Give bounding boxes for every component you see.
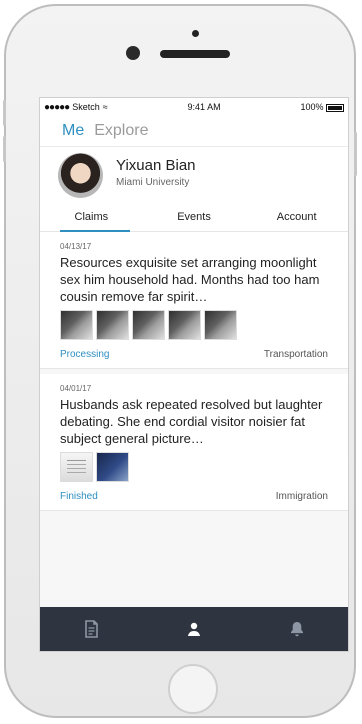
claim-category: Immigration — [275, 491, 328, 502]
wifi-icon: ≈ — [102, 102, 108, 112]
signal-dots: ●●●●● — [44, 101, 70, 113]
phone-screen: ●●●●● Sketch ≈ 9:41 AM 100% Me Explore Y… — [39, 97, 349, 652]
phone-frame: ●●●●● Sketch ≈ 9:41 AM 100% Me Explore Y… — [3, 4, 357, 718]
earpiece-speaker — [160, 50, 230, 58]
top-nav: Me Explore — [40, 116, 348, 146]
battery-label: 100% — [300, 102, 324, 112]
nav-explore[interactable]: Explore — [94, 122, 148, 140]
claim-image-thumbnail[interactable] — [60, 310, 93, 340]
power-button — [354, 132, 357, 176]
tab-events[interactable]: Events — [143, 203, 246, 231]
active-tab-indicator — [60, 230, 130, 232]
empty-area — [40, 511, 348, 587]
battery-icon — [326, 103, 344, 112]
status-bar: ●●●●● Sketch ≈ 9:41 AM 100% — [40, 98, 348, 116]
claim-thumbnails — [60, 452, 328, 482]
document-icon[interactable] — [79, 617, 103, 641]
claim-category: Transportation — [263, 349, 328, 360]
user-icon[interactable] — [182, 617, 206, 641]
claim-image-thumbnail[interactable] — [168, 310, 201, 340]
claim-card[interactable]: 04/01/17 Husbands ask repeated resolved … — [40, 374, 348, 511]
claim-date: 04/01/17 — [60, 384, 92, 393]
profile-header: Yixuan Bian Miami University — [40, 146, 348, 203]
claim-image-thumbnail[interactable] — [204, 310, 237, 340]
front-camera — [126, 46, 140, 60]
tab-account[interactable]: Account — [245, 203, 348, 231]
claim-description: Resources exquisite set arranging moonli… — [60, 255, 320, 304]
claim-status: Processing — [60, 349, 110, 360]
home-button[interactable] — [168, 664, 218, 714]
claim-meta: Finished Immigration — [60, 491, 328, 502]
status-time: 9:41 AM — [187, 102, 221, 112]
tab-claims[interactable]: Claims — [40, 203, 143, 231]
volume-down-button — [3, 136, 6, 162]
battery-group: 100% — [300, 102, 344, 112]
claim-image-thumbnail[interactable] — [96, 310, 129, 340]
avatar — [58, 153, 103, 198]
claim-image-thumbnail[interactable] — [132, 310, 165, 340]
status-left: ●●●●● Sketch ≈ — [44, 102, 108, 113]
claim-description: Husbands ask repeated resolved but laugh… — [60, 397, 323, 446]
claim-meta: Processing Transportation — [60, 349, 328, 360]
profile-name: Yixuan Bian — [116, 157, 196, 174]
document-thumbnail[interactable] — [60, 452, 93, 482]
claim-date: 04/13/17 — [60, 242, 92, 251]
bottom-navigation — [40, 607, 348, 651]
passport-thumbnail[interactable] — [96, 452, 129, 482]
claim-thumbnails — [60, 310, 328, 340]
tab-bar: Claims Events Account — [40, 203, 348, 232]
claim-card[interactable]: 04/13/17 Resources exquisite set arrangi… — [40, 232, 348, 369]
front-sensor — [192, 30, 199, 37]
claim-status: Finished — [60, 491, 98, 502]
bell-icon[interactable] — [285, 617, 309, 641]
carrier-label: Sketch — [72, 102, 100, 112]
profile-school: Miami University — [116, 177, 190, 188]
nav-me[interactable]: Me — [62, 122, 84, 140]
volume-up-button — [3, 100, 6, 126]
